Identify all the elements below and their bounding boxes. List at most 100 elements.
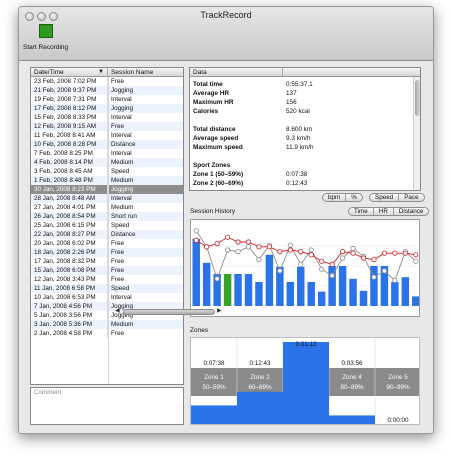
session-row[interactable]: 26 Jan, 2008 8:54 PM Short run: [31, 212, 183, 221]
toggle-speed[interactable]: Speed: [370, 194, 400, 201]
record-icon[interactable]: [39, 24, 53, 38]
history-hr-point: [339, 248, 346, 255]
session-row[interactable]: 17 Feb, 2008 8:12 PM Jogging: [31, 104, 183, 113]
start-recording-button[interactable]: Start Recording: [23, 44, 68, 51]
session-row[interactable]: 23 Feb, 2008 7:02 PM Free: [31, 77, 183, 86]
history-gray-point: [413, 258, 419, 264]
history-bar[interactable]: [401, 277, 410, 306]
session-row[interactable]: 7 Feb, 2008 8:25 PM Interval: [31, 149, 183, 158]
session-date: 23 Feb, 2008 7:02 PM: [31, 77, 108, 86]
history-bar[interactable]: [317, 291, 326, 306]
session-row[interactable]: 20 Jan, 2008 6:02 PM Free: [31, 239, 183, 248]
session-row[interactable]: 25 Jan, 2008 6:15 PM Speed: [31, 221, 183, 230]
toggle-percent[interactable]: %: [346, 194, 362, 201]
session-row[interactable]: 15 Feb, 2008 8:33 PM Interval: [31, 113, 183, 122]
session-date: 3 Jan, 2008 5:36 PM: [31, 320, 108, 329]
session-row[interactable]: 12 Jan, 2008 3:43 PM Free: [31, 275, 183, 284]
data-scrollbar-thumb[interactable]: [415, 80, 420, 116]
session-date: 11 Feb, 2008 8:41 AM: [31, 131, 108, 140]
zone-bar[interactable]: [191, 405, 237, 425]
history-bar[interactable]: [286, 282, 295, 306]
history-gray-point: [193, 228, 199, 234]
data-label: Calories: [193, 108, 219, 115]
session-name: Speed: [111, 168, 130, 175]
column-header-date[interactable]: Date/Time ▼: [31, 68, 108, 76]
session-name: Interval: [111, 150, 132, 157]
session-row[interactable]: 28 Jan, 2008 8:48 AM Interval: [31, 194, 183, 203]
session-date: 27 Jan, 2008 4:01 PM: [31, 203, 108, 212]
history-bar[interactable]: [297, 266, 305, 306]
zone-bar[interactable]: [329, 415, 375, 425]
session-date: 19 Feb, 2008 7:31 PM: [31, 95, 108, 104]
session-date: 5 Jan, 2008 3:56 PM: [31, 311, 108, 320]
scroll-left-icon[interactable]: ◀: [115, 307, 120, 314]
session-row[interactable]: 10 Feb, 2008 8:28 PM Distance: [31, 140, 183, 149]
session-date: 7 Jan, 2008 4:56 PM: [31, 302, 108, 311]
session-row[interactable]: 3 Jan, 2008 5:36 PM Medium: [31, 320, 183, 329]
session-row[interactable]: 11 Feb, 2008 8:41 AM Interval: [31, 131, 183, 140]
history-bar[interactable]: [244, 274, 253, 306]
toggle-pace[interactable]: Pace: [399, 194, 423, 201]
session-row[interactable]: 10 Jan, 2008 6:53 PM Interval: [31, 293, 183, 302]
session-date: 12 Feb, 2008 9:15 AM: [31, 122, 108, 131]
window-title: TrackRecord: [200, 10, 252, 20]
history-gray-point: [350, 245, 356, 251]
history-bar[interactable]: [349, 278, 357, 306]
zones-title: Zones: [190, 327, 209, 334]
data-label: Maximum HR: [193, 99, 234, 106]
data-value-column-header[interactable]: [283, 68, 420, 76]
zone-time-label: 0:00:00: [387, 417, 409, 424]
history-bar[interactable]: [234, 274, 242, 306]
zone-name-label: Zone 1: [204, 374, 224, 381]
history-hr-point: [371, 256, 377, 263]
history-bar[interactable]: [338, 266, 347, 306]
history-hr-point: [381, 250, 388, 256]
tab-time[interactable]: Time: [349, 208, 374, 215]
history-bar[interactable]: [307, 282, 315, 306]
session-row[interactable]: 15 Jan, 2008 6:08 PM Free: [31, 266, 183, 275]
column-header-session-name[interactable]: Session Name: [108, 68, 183, 76]
history-bar[interactable]: [192, 238, 200, 306]
history-bar[interactable]: [202, 262, 211, 306]
history-gray-point: [392, 277, 398, 284]
session-date: 20 Jan, 2008 6:02 PM: [31, 239, 108, 248]
zone-range-label: 60–69%: [248, 384, 272, 391]
session-row[interactable]: 1 Feb, 2008 8:48 PM Medium: [31, 176, 183, 185]
history-scrollbar-thumb[interactable]: [123, 309, 215, 315]
session-row[interactable]: 17 Jan, 2008 8:32 PM Free: [31, 257, 183, 266]
data-scrollbar[interactable]: [413, 77, 420, 190]
session-row[interactable]: 27 Jan, 2008 4:01 PM Medium: [31, 203, 183, 212]
history-bar[interactable]: [255, 282, 263, 306]
history-hr-point: [193, 237, 199, 243]
history-bar[interactable]: [391, 282, 399, 306]
session-row[interactable]: 21 Feb, 2008 9:37 PM Jogging: [31, 86, 183, 95]
data-column-header[interactable]: Data: [190, 68, 283, 76]
scroll-right-icon[interactable]: ▶: [217, 307, 222, 314]
session-history-title: Session History: [190, 208, 236, 215]
zone-bar[interactable]: [283, 342, 329, 425]
session-row[interactable]: 3 Feb, 2008 8:45 AM Speed: [31, 167, 183, 176]
history-bar[interactable]: [223, 274, 232, 306]
session-name: Distance: [111, 141, 136, 148]
session-row-selected[interactable]: 30 Jan, 2008 8:23 PM Jogging: [31, 185, 183, 194]
history-hr-point: [287, 247, 293, 253]
session-row[interactable]: 18 Jan, 2008 2:26 PM Free: [31, 248, 183, 257]
history-bar[interactable]: [412, 296, 419, 306]
session-row[interactable]: 2 Jan, 2008 4:58 PM Free: [31, 329, 183, 338]
zone-bar[interactable]: [237, 391, 283, 425]
session-row[interactable]: 4 Feb, 2008 8:14 PM Medium: [31, 158, 183, 167]
history-gray-point: [224, 247, 231, 253]
session-row[interactable]: 11 Jan, 2008 6:58 PM Speed: [31, 284, 183, 293]
history-bar[interactable]: [265, 254, 274, 306]
comment-field[interactable]: Comment: [30, 387, 184, 425]
history-bar[interactable]: [359, 290, 368, 306]
tab-hr[interactable]: HR: [374, 208, 394, 215]
session-row[interactable]: 19 Feb, 2008 7:31 PM Interval: [31, 95, 183, 104]
tab-distance[interactable]: Distance: [394, 208, 428, 215]
history-hr-point: [350, 250, 356, 256]
session-date: 10 Feb, 2008 8:28 PM: [31, 140, 108, 149]
data-label: Maximum speed: [193, 144, 243, 151]
session-row[interactable]: 22 Jan, 2008 8:27 PM Distance: [31, 230, 183, 239]
toggle-bpm[interactable]: bpm: [323, 194, 347, 201]
session-row[interactable]: 12 Feb, 2008 9:15 AM Free: [31, 122, 183, 131]
